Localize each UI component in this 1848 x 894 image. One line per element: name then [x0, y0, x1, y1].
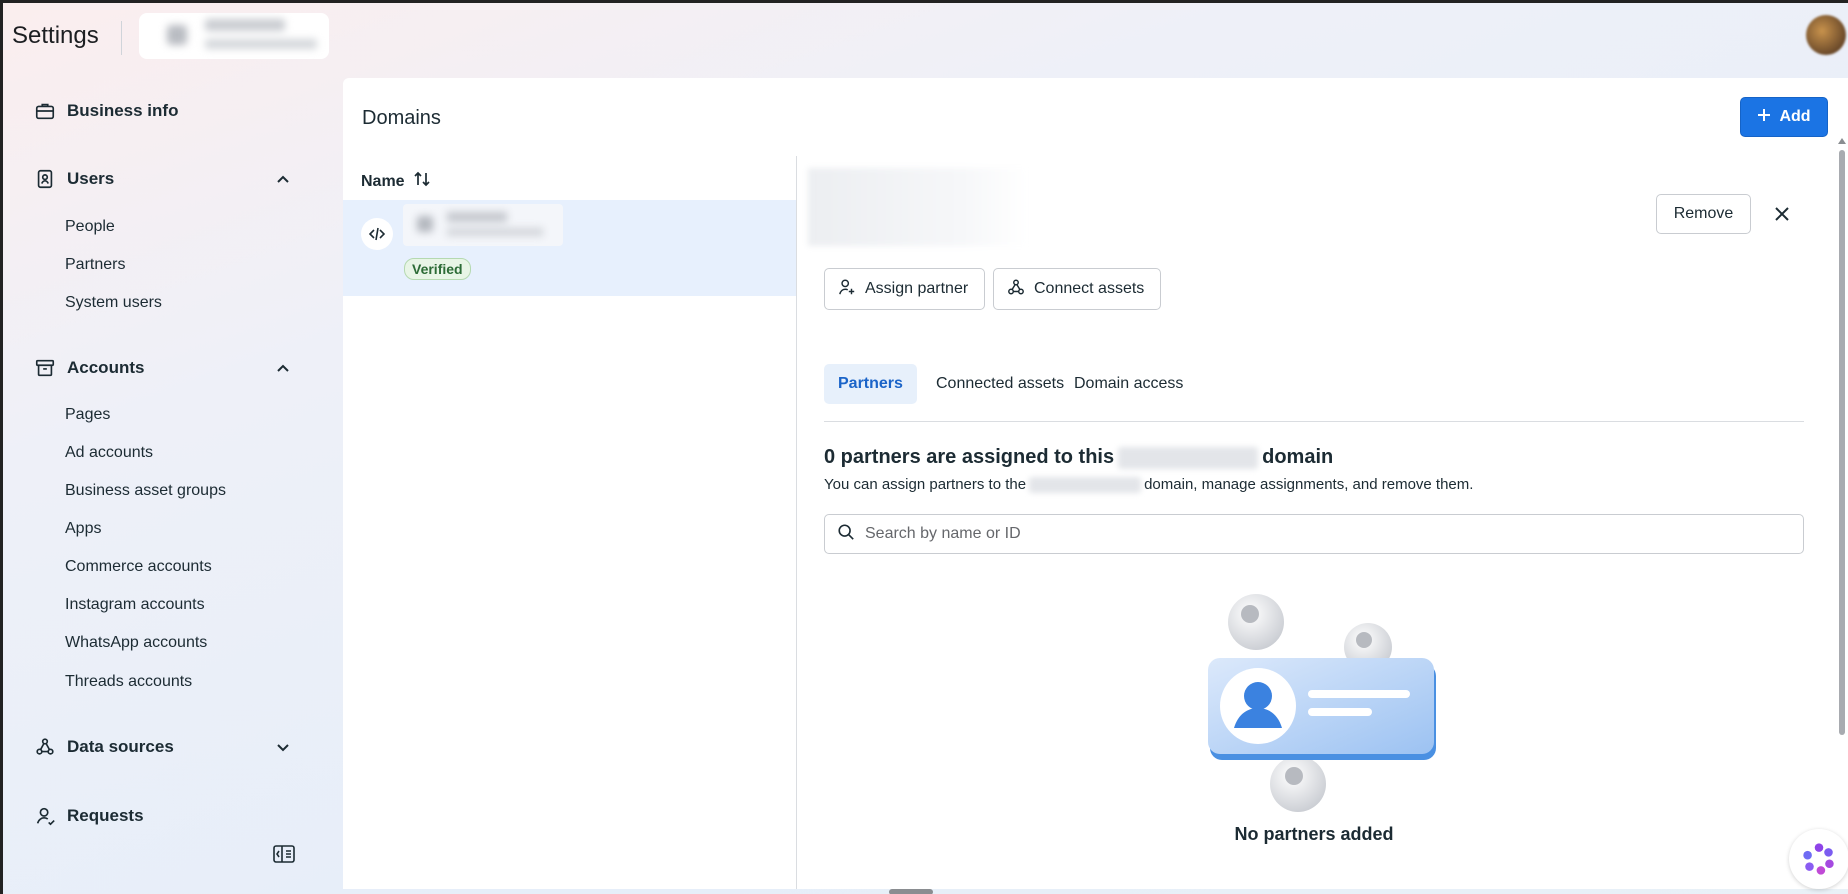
section-title: Domains — [362, 107, 441, 129]
partners-heading: 0 partners are assigned to this domain — [824, 446, 1334, 469]
sidebar-item-whatsapp-accounts[interactable]: WhatsApp accounts — [65, 634, 207, 652]
tab-partners[interactable]: Partners — [824, 364, 917, 404]
scrollbar-thumb[interactable] — [1839, 150, 1845, 735]
tab-connected-assets[interactable]: Connected assets — [922, 364, 1078, 404]
list-item[interactable]: Verified — [343, 200, 796, 296]
sidebar-item-system-users[interactable]: System users — [65, 294, 162, 312]
resize-handle[interactable] — [889, 889, 933, 894]
page-title: Settings — [12, 22, 99, 49]
search-icon — [837, 523, 855, 546]
connect-assets-button[interactable]: Connect assets — [993, 268, 1162, 310]
sidebar-item-people[interactable]: People — [65, 218, 115, 236]
tabs-divider — [824, 421, 1804, 422]
sidebar-item-instagram-accounts[interactable]: Instagram accounts — [65, 596, 205, 614]
detail-tabs: Partners Connected assets Domain access — [824, 364, 1800, 404]
domain-name-blurred — [403, 204, 563, 246]
sidebar-item-commerce-accounts[interactable]: Commerce accounts — [65, 558, 212, 576]
chevron-up-icon[interactable] — [273, 358, 293, 378]
empty-state-title: No partners added — [1234, 824, 1394, 844]
empty-partners-illustration — [1188, 592, 1438, 822]
business-logo-blurred — [167, 25, 187, 45]
domain-detail: Remove Assign partner Connect assets Par… — [798, 156, 1848, 889]
avatar[interactable] — [1806, 15, 1846, 55]
domain-list: Name Verified — [343, 156, 797, 889]
code-icon — [361, 218, 393, 250]
domain-name-blurred — [1029, 476, 1142, 493]
remove-button[interactable]: Remove — [1656, 194, 1751, 234]
sidebar-item-threads-accounts[interactable]: Threads accounts — [65, 673, 192, 691]
plus-icon — [1757, 108, 1771, 127]
briefcase-icon — [31, 97, 59, 125]
sidebar-item-business-asset-groups[interactable]: Business asset groups — [65, 482, 226, 500]
assistant-flower-icon — [1803, 843, 1834, 875]
search-field[interactable] — [824, 514, 1804, 554]
domain-name-blurred — [1118, 446, 1259, 469]
partners-description: You can assign partners to the domain, m… — [824, 476, 1474, 493]
sidebar-data-sources[interactable]: Data sources — [31, 732, 301, 762]
sidebar-item-ad-accounts[interactable]: Ad accounts — [65, 444, 153, 462]
connect-nodes-icon — [1007, 278, 1025, 301]
archive-box-icon — [31, 354, 59, 382]
sidebar-users[interactable]: Users — [31, 164, 301, 194]
sidebar-item-apps[interactable]: Apps — [65, 520, 101, 538]
top-bar: Settings — [3, 3, 1848, 75]
assistant-button[interactable] — [1789, 829, 1848, 889]
domain-title-blurred — [808, 168, 1028, 246]
sort-icon — [413, 171, 431, 192]
status-badge: Verified — [404, 258, 471, 280]
chevron-down-icon[interactable] — [273, 737, 293, 757]
detail-scrollbar[interactable] — [1838, 138, 1846, 828]
add-button[interactable]: Add — [1740, 97, 1828, 137]
name-column-header[interactable]: Name — [361, 171, 431, 192]
business-switcher[interactable] — [139, 13, 329, 59]
collapse-sidebar-icon[interactable] — [273, 845, 297, 867]
sidebar: Business info Users People Partners Syst… — [3, 75, 343, 894]
chevron-up-icon[interactable] — [273, 169, 293, 189]
sidebar-item-partners[interactable]: Partners — [65, 256, 125, 274]
sidebar-accounts[interactable]: Accounts — [31, 353, 301, 383]
sidebar-item-pages[interactable]: Pages — [65, 406, 110, 424]
sidebar-business-info[interactable]: Business info — [31, 96, 301, 126]
assign-partner-button[interactable]: Assign partner — [824, 268, 986, 310]
person-request-icon — [31, 802, 59, 830]
title-divider — [121, 21, 122, 55]
scroll-up-arrow-icon[interactable] — [1838, 138, 1846, 144]
close-icon[interactable] — [1768, 200, 1796, 228]
data-nodes-icon — [31, 733, 59, 761]
tab-domain-access[interactable]: Domain access — [1060, 364, 1197, 404]
sidebar-requests[interactable]: Requests — [31, 801, 301, 831]
domains-panel: Domains Add Name Verified Remove Assign … — [343, 78, 1848, 889]
person-add-icon — [838, 278, 856, 301]
id-badge-icon — [31, 165, 59, 193]
search-input[interactable] — [865, 525, 1803, 543]
